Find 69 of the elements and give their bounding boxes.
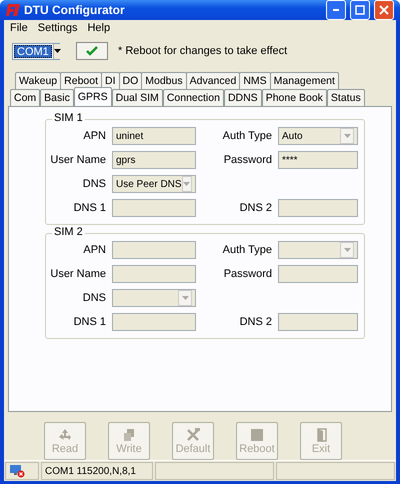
dropdown[interactable] (112, 289, 196, 307)
field-label: DNS 2 (238, 316, 272, 328)
tab[interactable]: DDNS (224, 89, 262, 106)
tab[interactable]: Advanced (186, 72, 240, 89)
window-title: DTU Configurator (24, 3, 126, 17)
dropdown-arrow-icon (54, 49, 61, 53)
dropdown-arrow-icon (182, 296, 188, 300)
tab[interactable]: Basic (40, 89, 74, 106)
input-field[interactable] (112, 265, 196, 283)
input-field[interactable] (278, 199, 358, 217)
menu-item[interactable]: Help (83, 22, 114, 34)
menu-item[interactable]: Settings (34, 22, 82, 34)
tab[interactable]: Status (326, 89, 365, 106)
tab[interactable]: GPRS (74, 87, 112, 106)
field-label: User Name (49, 154, 106, 166)
field-label: DNS 1 (72, 202, 106, 214)
field-label: DNS 1 (72, 316, 106, 328)
tab[interactable]: Phone Book (262, 89, 327, 106)
field-label: User Name (49, 268, 106, 280)
input-field[interactable]: gprs (112, 151, 196, 169)
tab[interactable]: Modbus (141, 72, 187, 89)
dropdown-arrow-icon (183, 182, 190, 186)
dropdown-arrow-icon (344, 134, 350, 138)
field-label: Password (222, 154, 272, 166)
dropdown[interactable]: Auto (278, 127, 358, 145)
field-label: Auth Type (222, 244, 272, 256)
group-title: SIM 1 (52, 112, 85, 124)
field-label: APN (82, 130, 106, 142)
dropdown[interactable] (278, 241, 358, 259)
reboot-note: * Reboot for changes to take effect (118, 45, 288, 57)
input-field[interactable] (112, 313, 196, 331)
pages-icon (122, 428, 136, 442)
tab[interactable]: DO (118, 72, 142, 89)
input-field[interactable] (278, 265, 358, 283)
field-label: DNS (82, 292, 106, 304)
dropdown-arrow-icon (344, 248, 350, 252)
close-button[interactable] (374, 0, 394, 20)
square-icon (250, 428, 264, 442)
menu-item[interactable]: File (6, 22, 32, 34)
status-text: COM1 115200,N,8,1 (41, 462, 153, 480)
input-field[interactable] (112, 241, 196, 259)
close-icon (379, 5, 389, 15)
tab[interactable]: Management (270, 72, 339, 89)
field-label: DNS 2 (238, 202, 272, 214)
field-label: APN (82, 244, 106, 256)
disconnected-computer-icon (9, 464, 25, 478)
minimize-button[interactable] (326, 0, 346, 20)
input-field[interactable]: uninet (112, 127, 196, 145)
group-title: SIM 2 (52, 226, 85, 238)
input-field[interactable] (112, 199, 196, 217)
tab[interactable]: Dual SIM (112, 89, 163, 106)
field-label: DNS (82, 178, 106, 190)
apply-button[interactable] (76, 42, 108, 60)
tab[interactable]: Wakeup (15, 72, 62, 89)
port-select[interactable]: COM1 (12, 42, 60, 60)
tab[interactable]: Com (10, 89, 40, 106)
tab[interactable]: NMS (239, 72, 271, 89)
maximize-icon (355, 5, 365, 15)
input-field[interactable] (278, 313, 358, 331)
field-label: Auth Type (222, 130, 272, 142)
field-label: Password (222, 268, 272, 280)
tab[interactable]: Connection (162, 89, 224, 106)
dropdown[interactable]: Use Peer DNS (112, 175, 196, 193)
tab[interactable]: Reboot (60, 72, 102, 89)
app-logo-icon (6, 4, 20, 16)
maximize-button[interactable] (350, 0, 370, 20)
minimize-icon (333, 9, 339, 11)
input-field[interactable]: **** (278, 151, 358, 169)
checkmark-icon (86, 46, 98, 56)
